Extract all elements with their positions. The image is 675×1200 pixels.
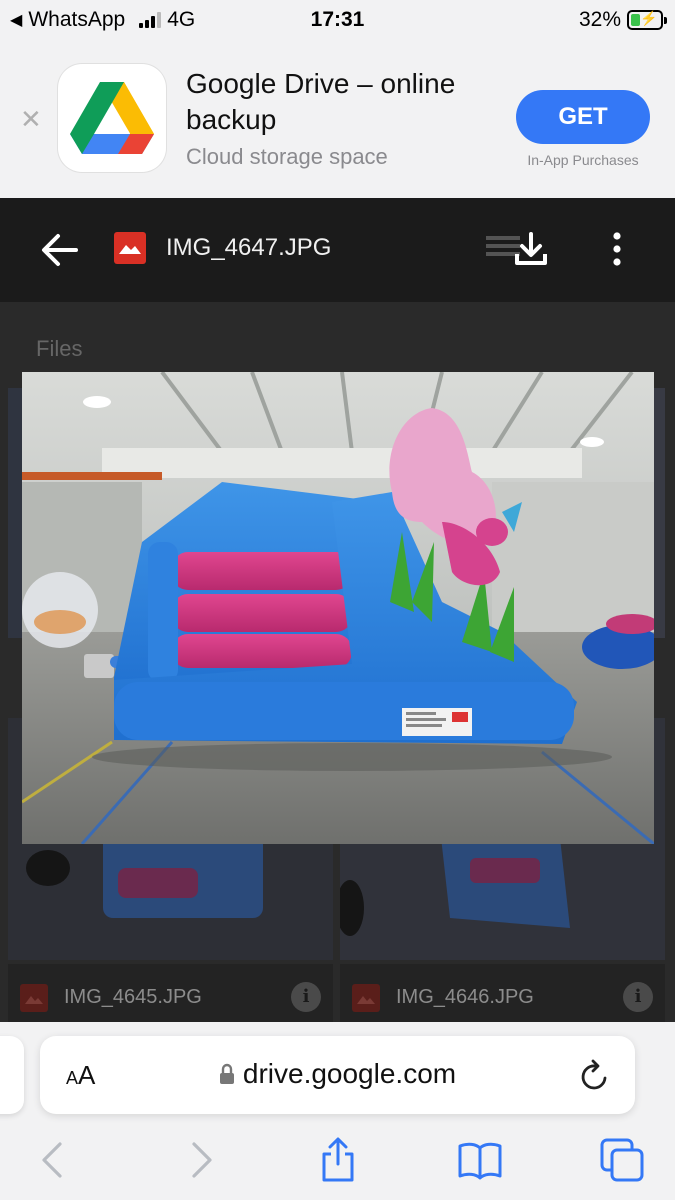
viewer-file-name: IMG_4647.JPG [166,234,332,261]
battery-icon: ⚡ [627,10,667,30]
back-icon[interactable] [30,1136,78,1184]
address-bar[interactable]: AA drive.google.com [40,1036,635,1114]
file-name: IMG_4646.JPG [396,986,534,1008]
more-options-icon[interactable] [603,230,631,268]
app-subtitle: Cloud storage space [186,144,388,169]
forward-icon[interactable] [176,1136,224,1184]
get-button[interactable]: GET [516,90,650,144]
drive-file-viewer: Files IMG_4645.JPG i IMG_4646.JPG i IMG_… [0,198,675,1038]
image-file-icon [20,984,48,1012]
file-name: IMG_4645.JPG [64,986,202,1008]
bookmarks-icon[interactable] [456,1136,504,1184]
lock-icon [219,1063,234,1084]
app-title: Google Drive – online backup [186,68,456,135]
battery: 32% ⚡ [578,8,667,32]
image-file-icon [114,232,146,264]
status-bar: ◀ WhatsApp 4G 17:31 32% ⚡ [0,0,675,40]
files-section-label: Files [36,336,83,361]
url-text: drive.google.com [242,1058,457,1089]
image-preview[interactable] [22,372,654,844]
url-display[interactable]: drive.google.com [40,1058,635,1090]
download-icon[interactable] [512,230,550,268]
viewer-toolbar: IMG_4647.JPG [0,198,675,302]
clock: 17:31 [310,8,365,31]
info-icon[interactable]: i [623,982,653,1012]
back-arrow-icon[interactable] [38,228,82,272]
app-store-banner: ✕ Google Drive – online backup Cloud sto… [0,40,675,198]
info-icon[interactable]: i [291,982,321,1012]
in-app-purchases-label: In-App Purchases [527,152,639,168]
google-drive-app-icon[interactable] [58,64,166,172]
image-file-icon [352,984,380,1012]
safari-bottom-bar: AA drive.google.com [0,1022,675,1200]
share-icon[interactable] [314,1136,362,1184]
tabs-icon[interactable] [598,1136,646,1184]
battery-percent: 32% [578,8,621,31]
close-banner-icon[interactable]: ✕ [20,104,42,135]
previous-tab-preview[interactable] [0,1036,24,1114]
charging-bolt-icon: ⚡ [640,10,658,26]
reload-icon[interactable] [579,1058,611,1092]
